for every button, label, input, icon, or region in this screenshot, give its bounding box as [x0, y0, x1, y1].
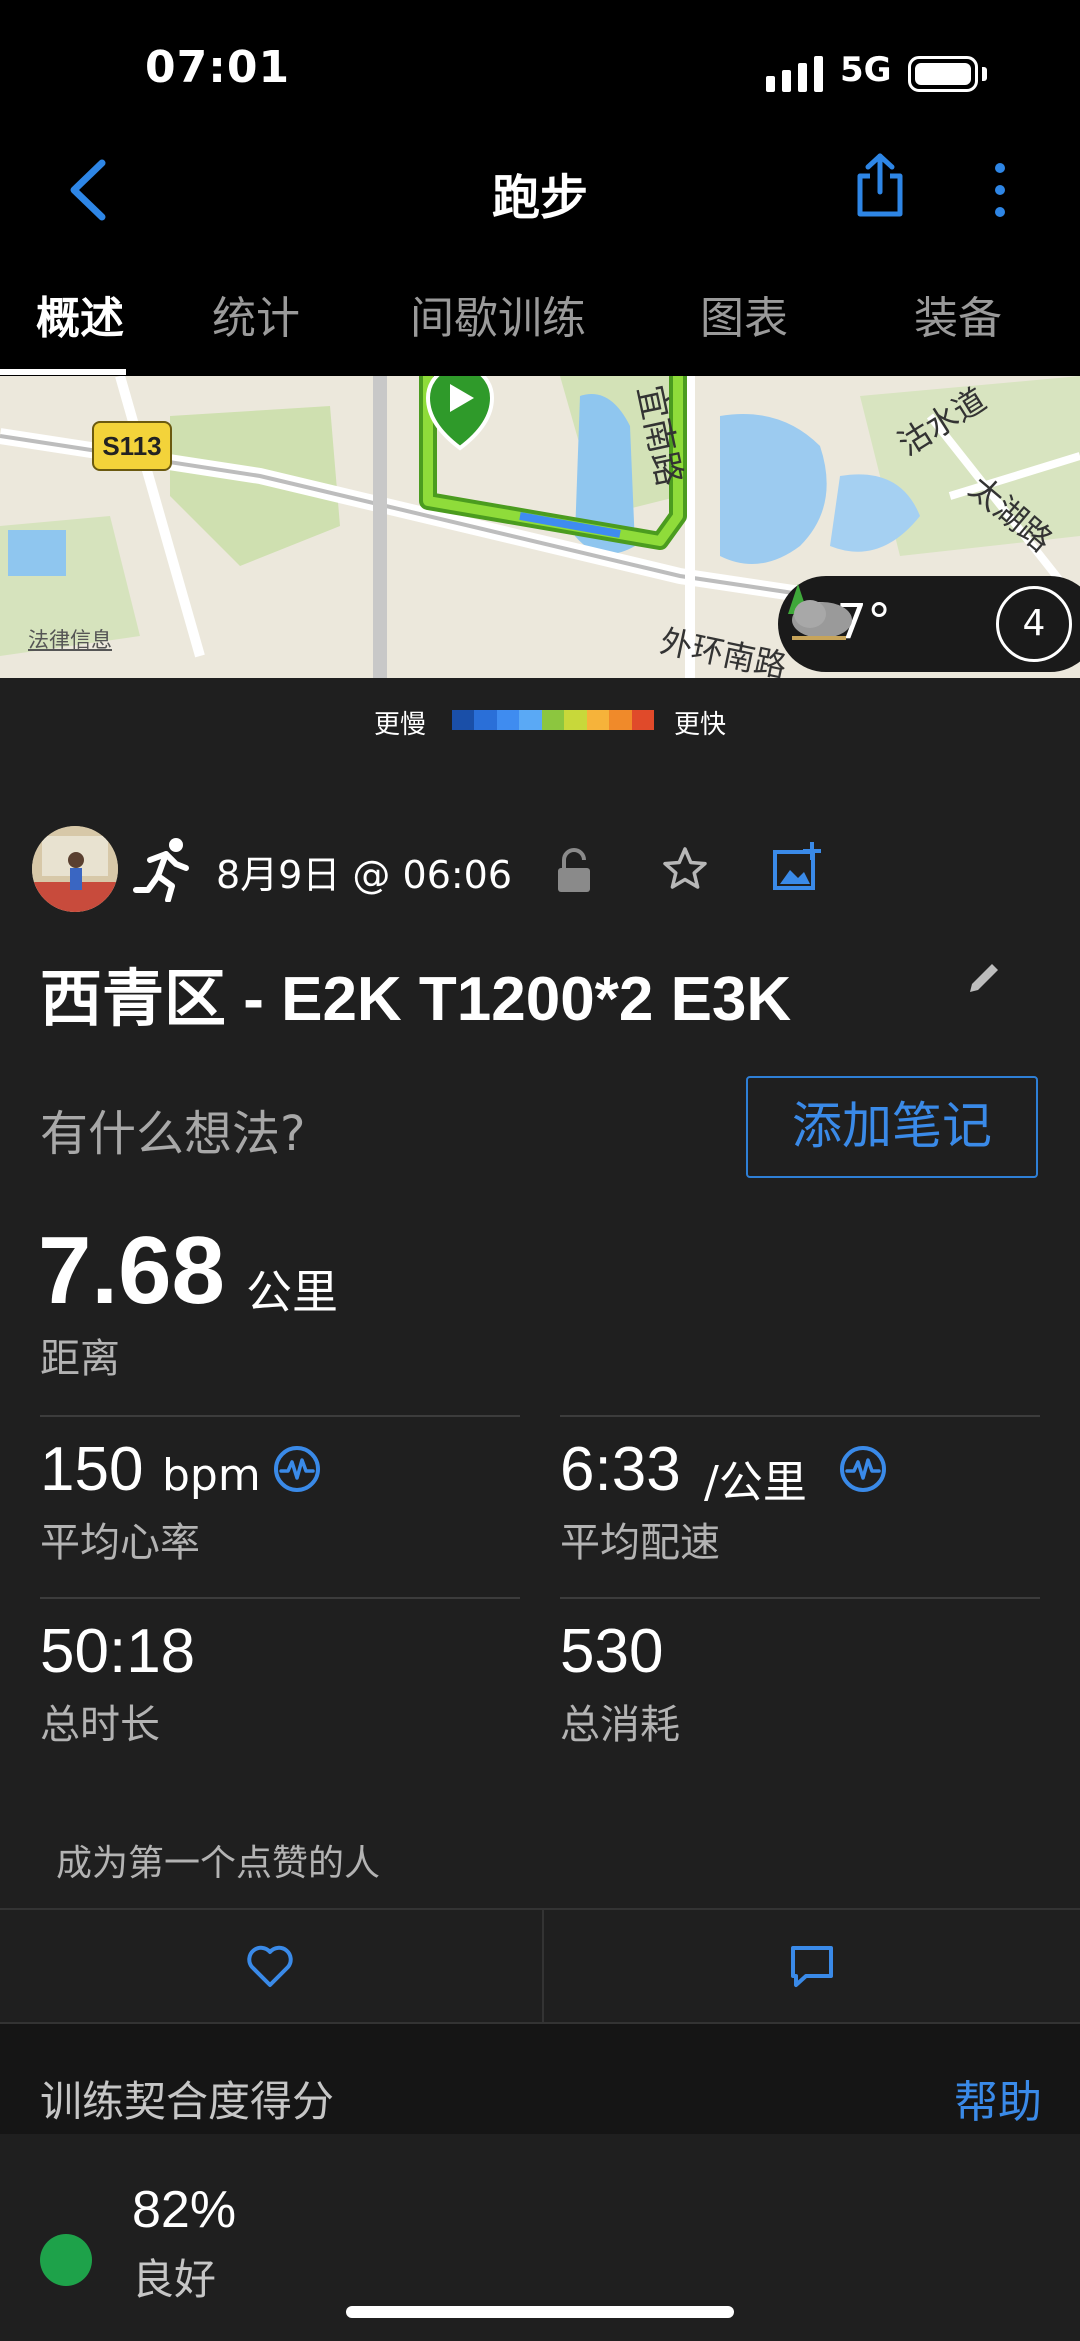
avg-pace-label: 平均配速 [560, 1520, 720, 1566]
tab-gear[interactable]: 装备 [914, 282, 1002, 346]
like-button[interactable] [0, 1910, 540, 2022]
home-indicator[interactable] [346, 2306, 734, 2318]
add-photo-icon[interactable] [772, 840, 822, 892]
score-value: 82% [132, 2181, 237, 2239]
pace-legend: 更慢 更快 [0, 700, 1080, 740]
heart-rate-sensor-icon[interactable] [272, 1444, 322, 1494]
tab-charts[interactable]: 图表 [700, 282, 788, 346]
total-time-value: 50:18 [40, 1617, 196, 1686]
distance-label: 距离 [40, 1336, 120, 1382]
avg-hr-unit: bpm [162, 1450, 261, 1501]
pace-color-segment [631, 710, 654, 730]
road-badge: S113 [92, 421, 172, 471]
social-actions [0, 1908, 1080, 2024]
more-icon[interactable] [980, 160, 1020, 220]
pace-color-segment [452, 710, 475, 730]
training-fit-title: 训练契合度得分 [40, 2077, 335, 2126]
wind-indicator: 4 [996, 586, 1072, 662]
add-note-button[interactable]: 添加笔记 [746, 1076, 1038, 1178]
tab-bar: 概述 统计 间歇训练 图表 装备 [0, 250, 1080, 376]
heart-icon [247, 1945, 293, 1987]
pace-sensor-icon[interactable] [838, 1444, 888, 1494]
score-rating: 良好 [132, 2255, 217, 2304]
signal-icon [766, 56, 823, 92]
distance-unit: 公里 [246, 1265, 338, 1319]
like-prompt: 成为第一个点赞的人 [56, 1843, 381, 1884]
divider [560, 1415, 1040, 1417]
avatar[interactable] [32, 826, 118, 912]
battery-tip [982, 67, 987, 81]
calories-value: 530 [560, 1617, 664, 1686]
avg-hr-value: 150 [40, 1435, 144, 1504]
edit-icon[interactable] [964, 958, 1004, 998]
distance-value: 7.68 [38, 1217, 225, 1324]
total-time-label: 总时长 [40, 1702, 160, 1748]
tab-underline [0, 369, 126, 375]
page-title: 跑步 [491, 170, 588, 226]
share-icon[interactable] [852, 152, 908, 218]
pace-slow-label: 更慢 [374, 710, 427, 740]
battery-icon [908, 56, 978, 92]
divider [40, 1597, 520, 1599]
status-bar: 07:01 5G [0, 0, 1080, 130]
pace-gradient-bar [452, 710, 654, 730]
tab-stats[interactable]: 统计 [212, 282, 300, 346]
activity-title: 西青区 - E2K T1200*2 E3K [40, 965, 792, 1034]
pace-color-segment [564, 710, 587, 730]
network-type: 5G [840, 50, 892, 90]
divider [560, 1597, 1040, 1599]
status-time: 07:01 [145, 42, 291, 93]
pace-color-segment [519, 710, 542, 730]
activity-date: 8月9日 @ 06:06 [216, 853, 513, 897]
calories-label: 总消耗 [560, 1702, 680, 1748]
cloud-icon [788, 584, 852, 640]
star-icon[interactable] [662, 846, 708, 892]
help-link[interactable]: 帮助 [954, 2066, 1042, 2130]
pace-color-segment [609, 710, 632, 730]
tab-overview[interactable]: 概述 [36, 282, 124, 346]
divider [40, 1415, 520, 1417]
avg-hr-label: 平均心率 [40, 1520, 200, 1566]
comment-button[interactable] [542, 1910, 1080, 2022]
nav-bar: 跑步 [0, 130, 1080, 250]
pace-color-segment [496, 710, 520, 730]
thoughts-prompt[interactable]: 有什么想法? [40, 1094, 305, 1164]
score-status-dot [40, 2234, 92, 2286]
avg-pace-value: 6:33 [560, 1435, 681, 1504]
comment-icon [791, 1946, 833, 1987]
pace-fast-label: 更快 [674, 710, 727, 740]
tab-intervals[interactable]: 间歇训练 [410, 282, 586, 346]
map-legal-link[interactable]: 法律信息 [28, 624, 112, 654]
pace-color-segment [474, 710, 497, 730]
avg-pace-unit: /公里 [704, 1457, 807, 1508]
weather-badge[interactable]: 27° 4 [778, 576, 1080, 672]
pace-color-segment [541, 710, 565, 730]
route-map[interactable]: S113 宜南路 沽水道 太湖路 外环南路 法律信息 27° 4 [0, 376, 1080, 678]
training-fit-header: 训练契合度得分 帮助 [0, 2024, 1080, 2134]
running-icon [133, 838, 189, 902]
unlock-icon[interactable] [556, 848, 592, 894]
pace-color-segment [586, 710, 610, 730]
